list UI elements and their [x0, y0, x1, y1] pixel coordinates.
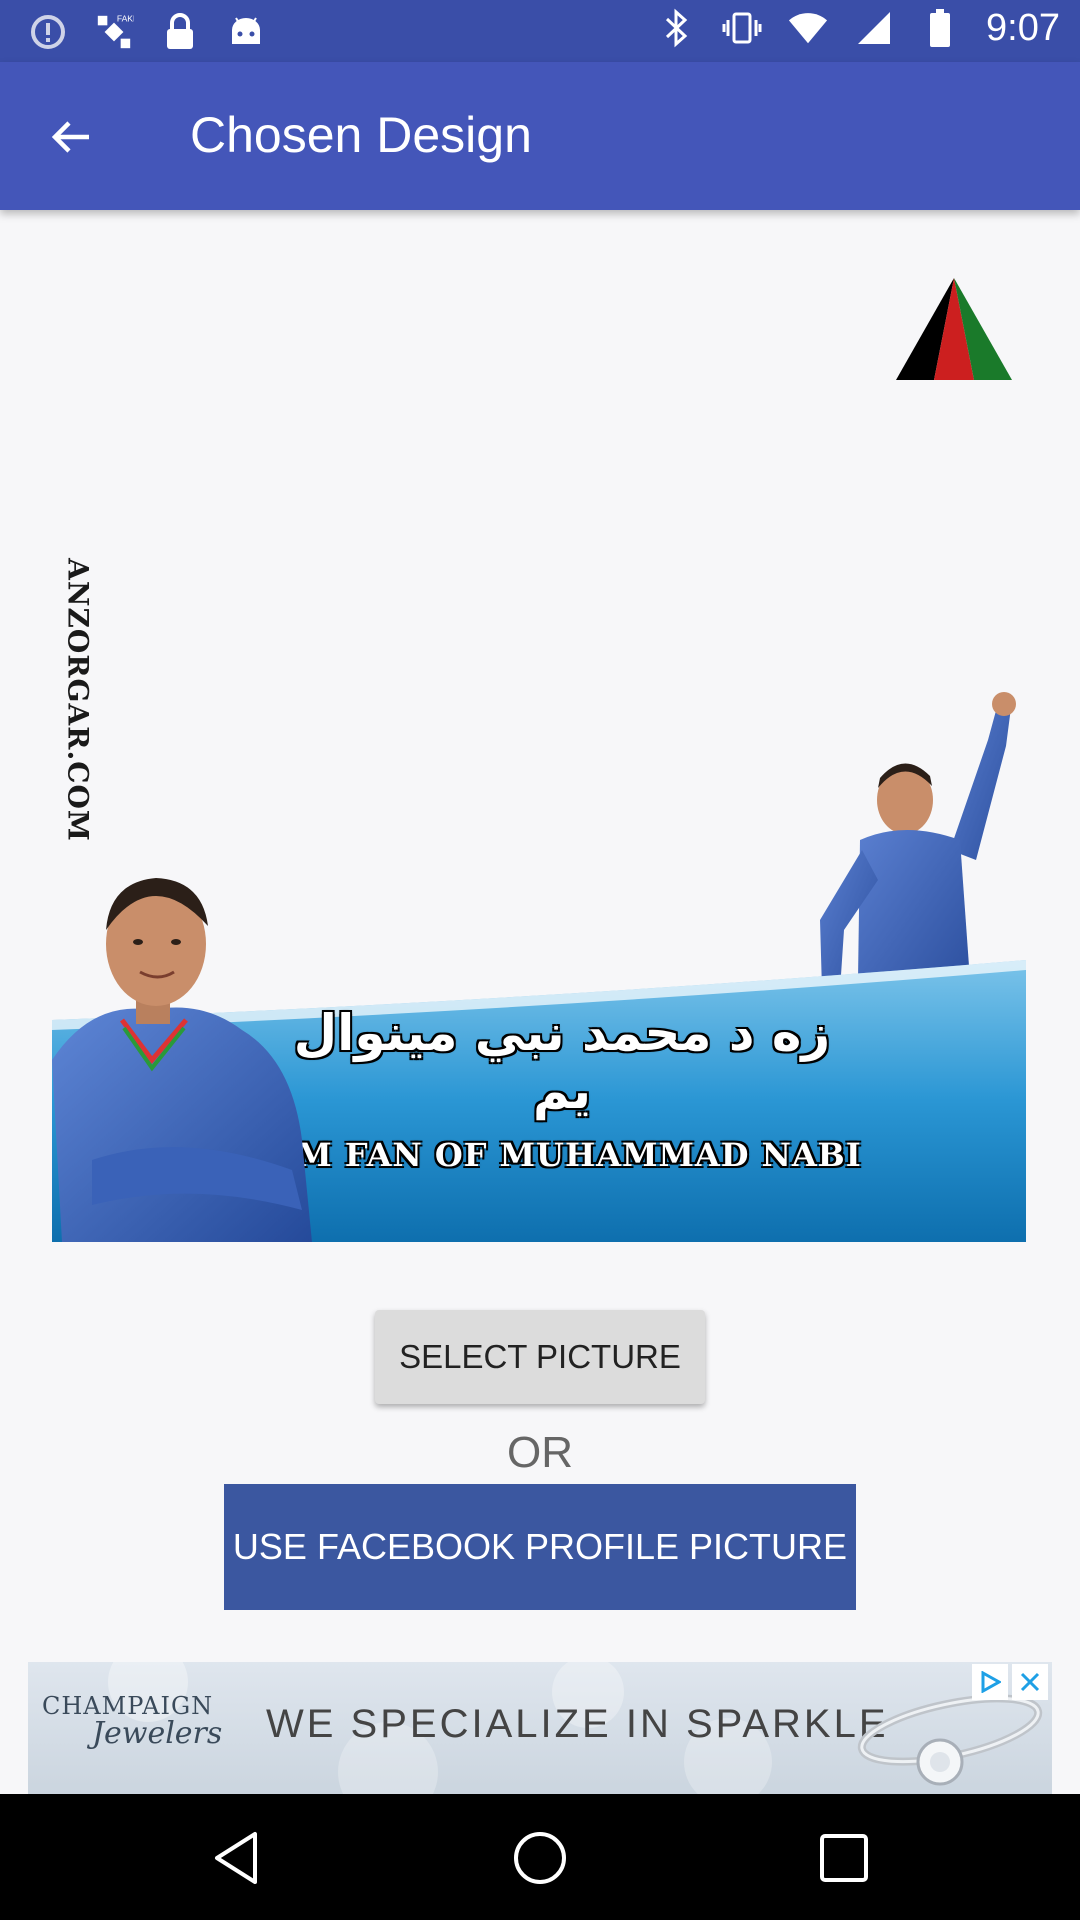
or-separator: OR	[507, 1428, 573, 1477]
signal-icon	[854, 6, 894, 50]
lock-icon	[160, 10, 200, 54]
english-slogan: I AM FAN OF MUHAMMAD NABI	[242, 1136, 862, 1174]
status-bar: FAKE 9:07	[0, 0, 1080, 62]
recents-square-icon	[820, 1834, 868, 1882]
wifi-icon	[788, 6, 828, 50]
app-bar: Chosen Design	[0, 62, 1080, 210]
back-triangle-icon	[215, 1832, 257, 1884]
arrow-back-icon	[51, 121, 89, 153]
afghan-flag-triangle-icon	[896, 278, 1012, 380]
fake-gps-icon: FAKE	[94, 10, 134, 54]
ad-headline: WE SPECIALIZE IN SPARKLE	[266, 1702, 889, 1746]
watermark: ANZORGAR.COM	[58, 558, 98, 842]
ad-choices-icon[interactable]	[972, 1664, 1008, 1700]
svg-text:FAKE: FAKE	[117, 14, 134, 24]
select-picture-button[interactable]: SELECT PICTURE	[375, 1310, 705, 1404]
ad-logo: CHAMPAIGN Jewelers	[42, 1692, 242, 1772]
alert-circle-icon	[28, 10, 68, 54]
nav-home-button[interactable]	[508, 1826, 572, 1890]
page-title: Chosen Design	[190, 107, 532, 163]
home-circle-icon	[514, 1832, 566, 1884]
ad-banner[interactable]: CHAMPAIGN Jewelers WE SPECIALIZE IN SPAR…	[28, 1662, 1052, 1794]
vibrate-icon	[722, 6, 762, 50]
design-preview: ANZORGAR.COM زه د محمد نبي مينوال يم I A…	[0, 210, 1080, 1260]
urdu-slogan: زه د محمد نبي مينوال يم	[293, 1004, 831, 1120]
watermark-text: ANZORGAR.COM	[61, 558, 95, 842]
ad-close-icon[interactable]	[1012, 1664, 1048, 1700]
nav-recents-button[interactable]	[812, 1826, 876, 1890]
player-portrait-image	[52, 878, 312, 1242]
ad-logo-line2: Jewelers	[92, 1716, 223, 1751]
battery-icon	[920, 6, 960, 50]
use-facebook-picture-button[interactable]: USE FACEBOOK PROFILE PICTURE	[224, 1484, 856, 1610]
navigation-bar	[0, 1794, 1080, 1920]
back-button[interactable]	[36, 102, 106, 172]
nav-back-button[interactable]	[204, 1826, 268, 1890]
android-icon	[226, 10, 266, 54]
clock: 9:07	[986, 6, 1060, 49]
bluetooth-icon	[656, 6, 696, 50]
